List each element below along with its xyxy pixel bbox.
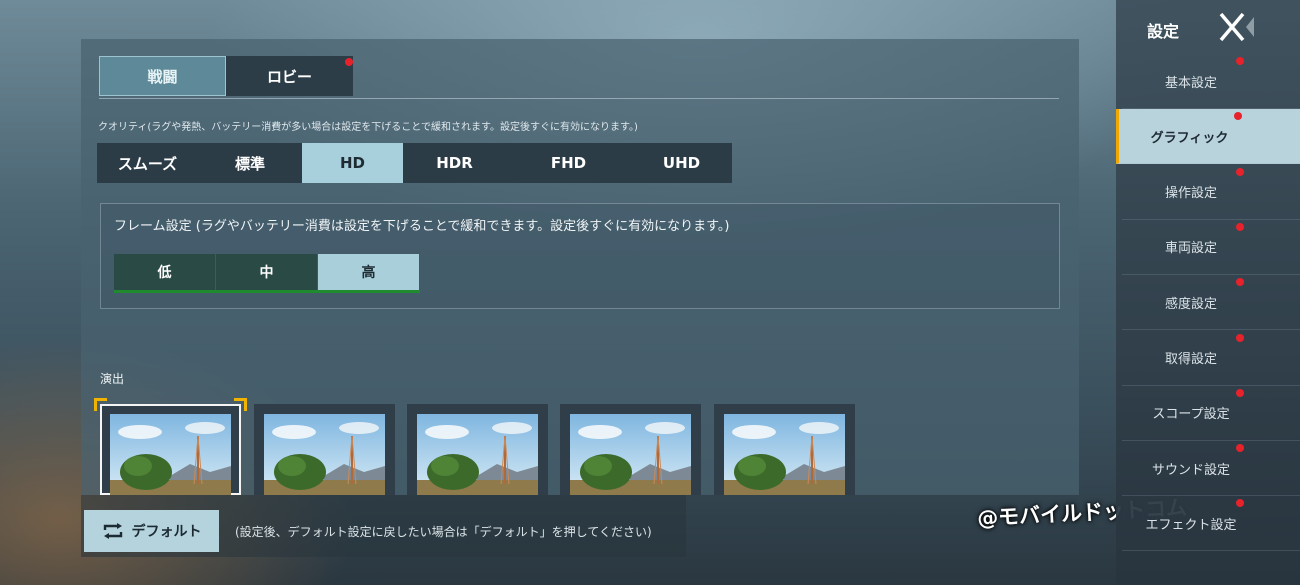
- sidebar-item-sound[interactable]: サウンド設定: [1122, 441, 1300, 497]
- sidebar-item-label: グラフィック: [1150, 130, 1229, 146]
- reset-icon: [103, 523, 122, 539]
- sidebar-item-label: 車両設定: [1164, 241, 1217, 257]
- selection-corner: [234, 398, 247, 411]
- sidebar-item-label: 感度設定: [1164, 296, 1217, 312]
- sidebar-item-vehicle[interactable]: 車両設定: [1122, 220, 1300, 275]
- notification-dot: [1234, 112, 1242, 121]
- settings-sidebar: 設定 基本設定グラフィック 操作設定車両設定感度設定取得設定スコープ設定 サウンド設…: [1116, 0, 1300, 585]
- quality-option-standard[interactable]: 標準: [198, 143, 302, 183]
- notification-dot: [1236, 57, 1244, 65]
- quality-option-hdr[interactable]: HDR: [403, 143, 506, 183]
- frame-settings-title: フレーム設定 (ラグやバッテリー消費は設定を下げることで緩和できます。設定後すぐ…: [114, 219, 730, 234]
- frame-option-medium[interactable]: 中: [216, 254, 318, 290]
- tab-lobby[interactable]: ロビー: [226, 56, 353, 96]
- quality-selector: スムーズ 標準 HD HDR FHD UHD: [97, 143, 732, 183]
- quality-option-smooth[interactable]: スムーズ: [97, 143, 198, 183]
- sidebar-title: 設定: [1147, 22, 1180, 41]
- sidebar-item-graphics[interactable]: グラフィック: [1116, 109, 1300, 165]
- sidebar-item-controls[interactable]: 操作設定: [1122, 165, 1300, 220]
- selection-corner: [94, 398, 107, 411]
- effect-style-option[interactable]: [560, 404, 701, 495]
- frame-option-low[interactable]: 低: [114, 254, 216, 290]
- sidebar-item-sensitivity[interactable]: 感度設定: [1122, 275, 1300, 331]
- frame-rate-selector: 低 中 高: [114, 254, 420, 293]
- frame-option-high[interactable]: 高: [318, 254, 420, 290]
- scene-preview-image: [417, 414, 538, 495]
- sidebar-item-label: スコープ設定: [1152, 407, 1230, 423]
- notification-dot: [1236, 388, 1244, 397]
- sidebar-item-basic[interactable]: 基本設定: [1122, 54, 1300, 109]
- notification-dot: [1236, 222, 1244, 231]
- effect-style-option[interactable]: [254, 404, 395, 495]
- close-icon[interactable]: [1217, 11, 1257, 45]
- effect-style-option[interactable]: [94, 398, 247, 495]
- tab-battle[interactable]: 戦闘: [99, 56, 226, 96]
- quality-option-uhd[interactable]: UHD: [631, 143, 732, 183]
- default-note: (設定後、デフォルト設定に戻したい場合は「デフォルト」を押してください): [235, 525, 652, 539]
- tab-lobby-label: ロビー: [266, 67, 312, 86]
- notification-dot: [1236, 444, 1244, 453]
- sidebar-item-label: 取得設定: [1164, 352, 1217, 367]
- scene-preview-image: [110, 414, 231, 495]
- scene-preview-image: [264, 414, 385, 495]
- notification-dot: [1236, 167, 1244, 176]
- scene-preview-image: [724, 414, 845, 495]
- scene-preview-image: [570, 414, 691, 495]
- sidebar-item-pickup[interactable]: 取得設定: [1122, 331, 1300, 386]
- effect-style-option[interactable]: [714, 404, 855, 495]
- quality-option-fhd[interactable]: FHD: [506, 143, 631, 183]
- sidebar-item-scope[interactable]: スコープ設定: [1122, 386, 1300, 441]
- notification-dot: [345, 58, 353, 66]
- settings-tabs: 戦闘 ロビー: [99, 56, 1059, 99]
- notification-dot: [1236, 278, 1244, 287]
- quality-description: クオリティ(ラグや発熱、バッテリー消費が多い場合は設定を下げることで緩和されます…: [98, 122, 638, 133]
- notification-dot: [1236, 499, 1244, 508]
- default-button-label: デフォルト: [131, 524, 202, 540]
- sidebar-item-label: 操作設定: [1164, 186, 1217, 202]
- sidebar-item-label: 基本設定: [1164, 75, 1217, 91]
- sidebar-item-effects[interactable]: エフェクト設定: [1122, 496, 1300, 552]
- quality-option-hd[interactable]: HD: [302, 143, 403, 183]
- sidebar-item-label: エフェクト設定: [1145, 517, 1237, 533]
- effects-label: 演出: [100, 372, 125, 386]
- effect-style-option[interactable]: [407, 404, 548, 495]
- default-button[interactable]: デフォルト: [84, 510, 219, 552]
- sidebar-item-label: サウンド設定: [1151, 462, 1230, 478]
- frame-settings-box: フレーム設定 (ラグやバッテリー消費は設定を下げることで緩和できます。設定後すぐ…: [100, 203, 1060, 309]
- notification-dot: [1236, 333, 1244, 342]
